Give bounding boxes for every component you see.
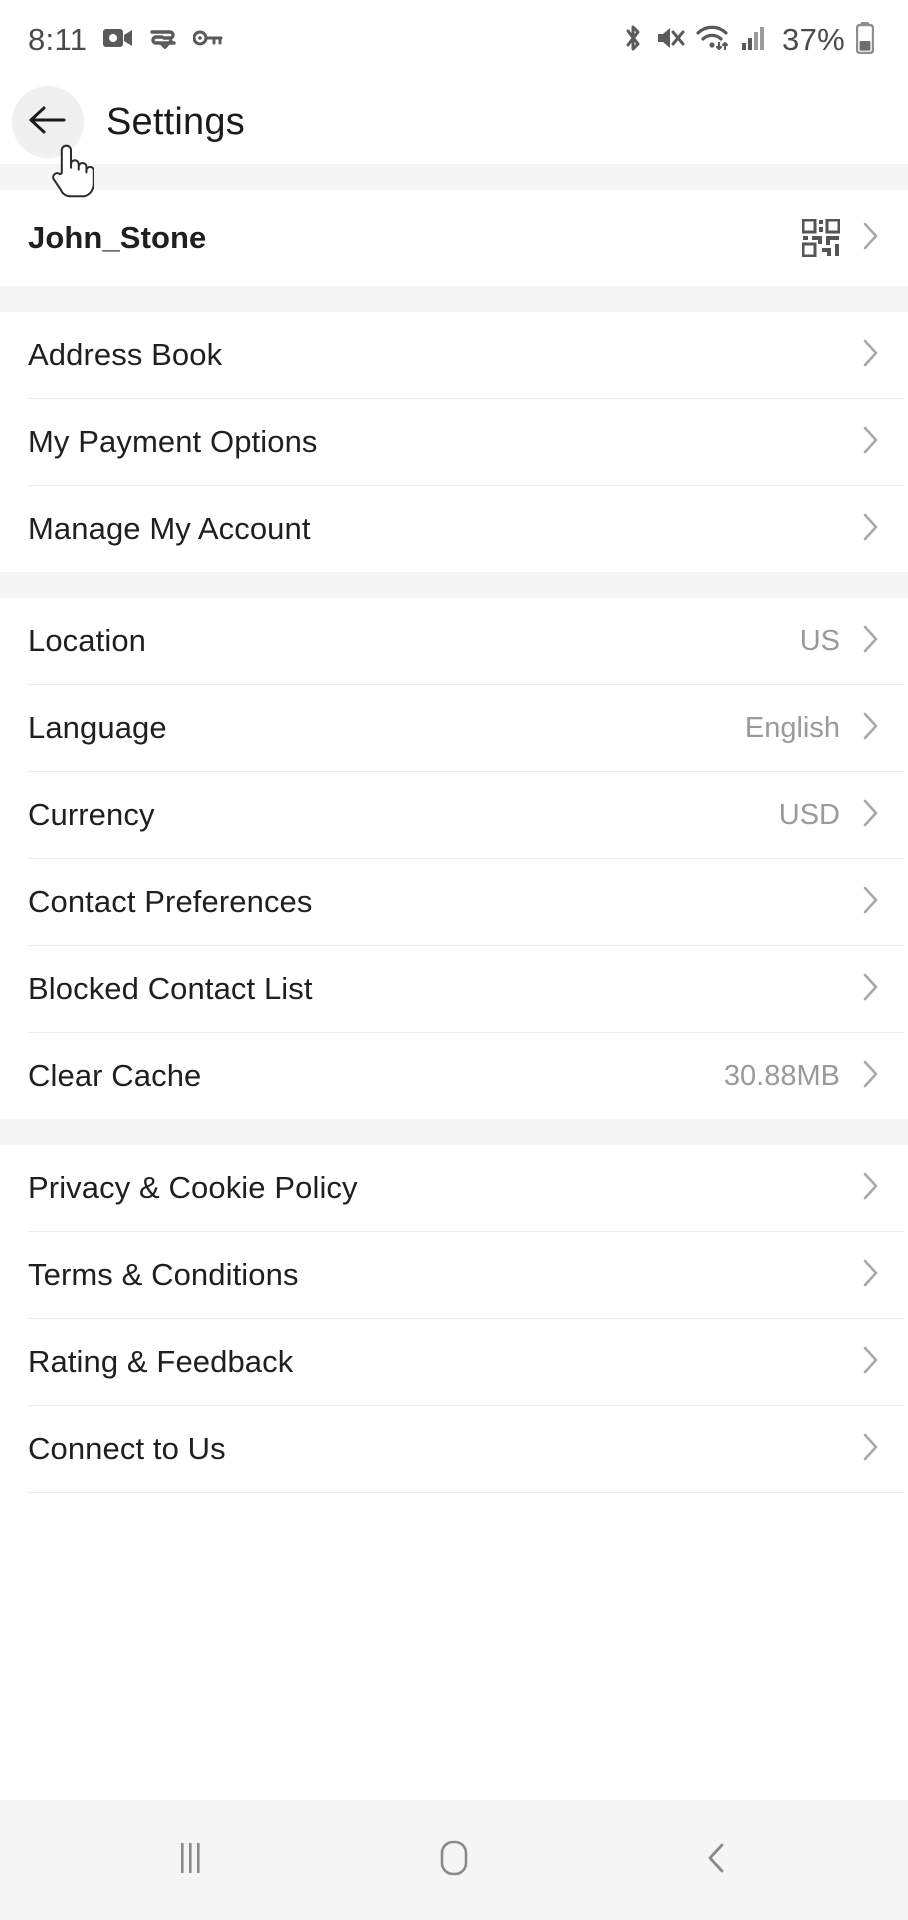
phone-screen: 8:11 37% Settings John_Stone Address Boo… bbox=[0, 0, 908, 1920]
account-section: John_Stone bbox=[0, 190, 908, 286]
chevron-right-icon bbox=[862, 1258, 880, 1293]
row-label: Location bbox=[28, 623, 147, 658]
status-bar-left: 8:11 bbox=[28, 22, 223, 58]
row-label: My Payment Options bbox=[28, 424, 318, 459]
cellular-signal-icon bbox=[741, 25, 767, 56]
section-separator bbox=[0, 286, 908, 312]
battery-icon bbox=[855, 21, 875, 59]
home-button[interactable] bbox=[394, 1800, 514, 1920]
settings-row-contact-preferences[interactable]: Contact Preferences bbox=[0, 859, 908, 945]
key-icon bbox=[192, 29, 223, 52]
chevron-right-icon bbox=[862, 1345, 880, 1380]
system-back-button[interactable] bbox=[657, 1800, 777, 1920]
android-navigation-bar bbox=[0, 1800, 908, 1920]
settings-row-clear-cache[interactable]: Clear Cache 30.88MB bbox=[0, 1033, 908, 1119]
row-label: Blocked Contact List bbox=[28, 971, 313, 1006]
back-arrow-icon bbox=[28, 103, 68, 142]
chevron-right-icon bbox=[862, 711, 880, 746]
video-camera-icon bbox=[103, 27, 133, 54]
settings-row-terms-conditions[interactable]: Terms & Conditions bbox=[0, 1232, 908, 1318]
settings-row-address-book[interactable]: Address Book bbox=[0, 312, 908, 398]
home-icon bbox=[436, 1838, 472, 1883]
chevron-right-icon bbox=[862, 1432, 880, 1467]
section-separator bbox=[0, 572, 908, 598]
row-value: English bbox=[744, 711, 840, 744]
chevron-right-icon bbox=[862, 624, 880, 659]
recents-icon bbox=[174, 1838, 208, 1883]
qr-code-icon[interactable] bbox=[802, 219, 840, 257]
settings-scroll-area[interactable]: John_Stone Address Book My Payment Optio… bbox=[0, 164, 908, 1800]
data-saver-check-icon bbox=[149, 26, 177, 55]
row-label: Connect to Us bbox=[28, 1431, 226, 1466]
row-label: Clear Cache bbox=[28, 1058, 202, 1093]
chevron-right-icon bbox=[862, 338, 880, 373]
back-button[interactable] bbox=[12, 86, 84, 158]
chevron-right-icon bbox=[862, 798, 880, 833]
row-label: Privacy & Cookie Policy bbox=[28, 1170, 358, 1205]
row-label: Rating & Feedback bbox=[28, 1344, 294, 1379]
settings-row-location[interactable]: Location US bbox=[0, 598, 908, 684]
row-value: US bbox=[799, 624, 840, 657]
section-preferences: Location US Language English Currency US… bbox=[0, 598, 908, 1119]
back-icon bbox=[703, 1838, 731, 1883]
settings-row-connect-to-us[interactable]: Connect to Us bbox=[0, 1406, 908, 1492]
account-row[interactable]: John_Stone bbox=[0, 190, 908, 286]
chevron-right-icon bbox=[862, 885, 880, 920]
section-account-links: Address Book My Payment Options Manage M… bbox=[0, 312, 908, 572]
bluetooth-icon bbox=[622, 23, 644, 58]
row-divider bbox=[28, 1492, 904, 1493]
row-label: Currency bbox=[28, 797, 155, 832]
settings-row-currency[interactable]: Currency USD bbox=[0, 772, 908, 858]
mute-speaker-icon bbox=[655, 24, 685, 57]
chevron-right-icon bbox=[862, 512, 880, 547]
row-label: Terms & Conditions bbox=[28, 1257, 299, 1292]
chevron-right-icon bbox=[862, 1171, 880, 1206]
status-bar: 8:11 37% bbox=[0, 0, 908, 80]
wifi-icon bbox=[696, 24, 730, 57]
row-value: USD bbox=[778, 798, 840, 831]
battery-percent-label: 37% bbox=[782, 22, 845, 57]
row-label: Address Book bbox=[28, 337, 223, 372]
row-label: Manage My Account bbox=[28, 511, 311, 546]
row-value: 30.88MB bbox=[723, 1059, 840, 1092]
settings-row-language[interactable]: Language English bbox=[0, 685, 908, 771]
chevron-right-icon bbox=[862, 221, 880, 256]
settings-row-blocked-contact-list[interactable]: Blocked Contact List bbox=[0, 946, 908, 1032]
settings-row-rating-feedback[interactable]: Rating & Feedback bbox=[0, 1319, 908, 1405]
page-title: Settings bbox=[106, 100, 245, 143]
chevron-right-icon bbox=[862, 972, 880, 1007]
app-header: Settings bbox=[0, 80, 908, 164]
settings-row-my-payment-options[interactable]: My Payment Options bbox=[0, 399, 908, 485]
settings-row-manage-my-account[interactable]: Manage My Account bbox=[0, 486, 908, 572]
account-username: John_Stone bbox=[28, 220, 207, 255]
row-label: Contact Preferences bbox=[28, 884, 313, 919]
settings-row-privacy-cookie-policy[interactable]: Privacy & Cookie Policy bbox=[0, 1145, 908, 1231]
row-label: Language bbox=[28, 710, 167, 745]
chevron-right-icon bbox=[862, 1059, 880, 1094]
status-time: 8:11 bbox=[28, 22, 88, 57]
section-legal: Privacy & Cookie Policy Terms & Conditio… bbox=[0, 1145, 908, 1493]
section-separator bbox=[0, 164, 908, 190]
chevron-right-icon bbox=[862, 425, 880, 460]
status-bar-right: 37% bbox=[622, 21, 875, 59]
section-separator bbox=[0, 1119, 908, 1145]
recents-button[interactable] bbox=[131, 1800, 251, 1920]
